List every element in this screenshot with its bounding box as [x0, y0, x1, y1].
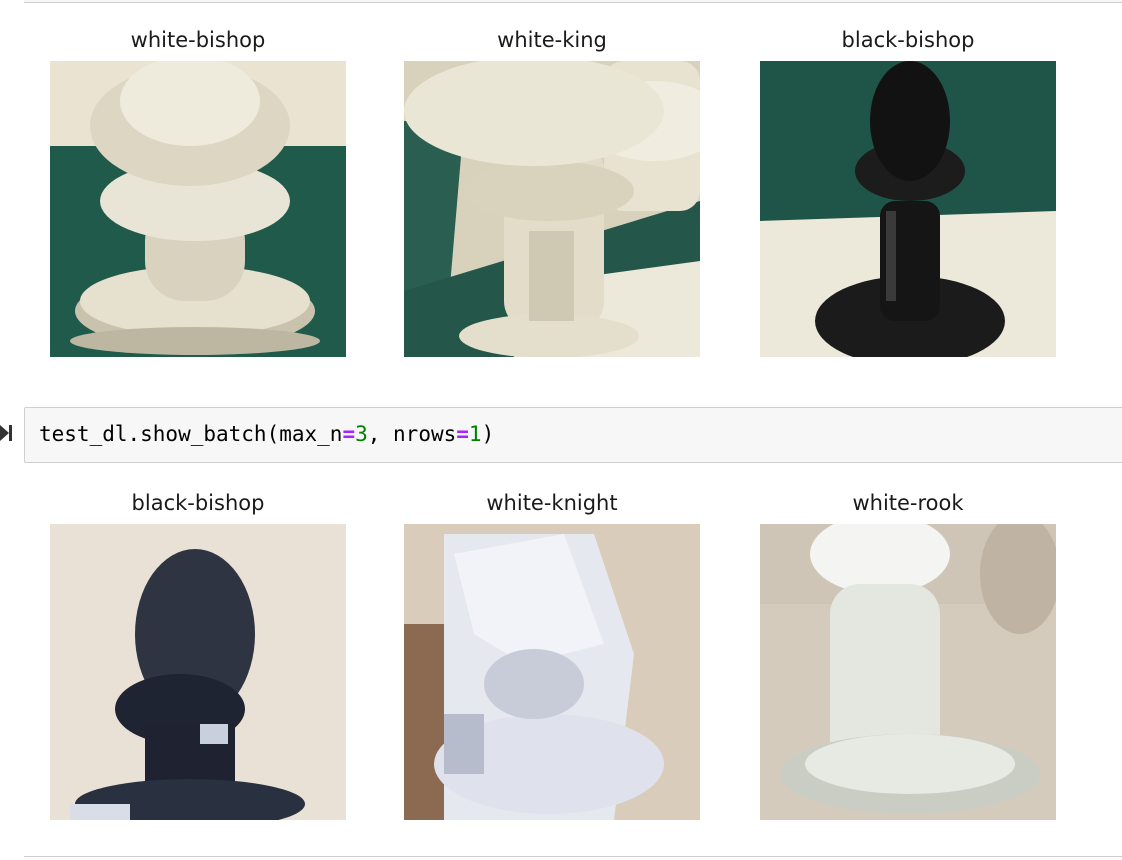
image-title: white-king — [497, 28, 607, 52]
chess-piece-image-white-bishop — [50, 61, 346, 357]
image-title: black-bishop — [841, 28, 975, 52]
image-title: white-bishop — [130, 28, 266, 52]
code-cell-input[interactable]: test_dl.show_batch(max_n=3, nrows=1) — [24, 407, 1122, 463]
run-cell-icon[interactable] — [0, 425, 12, 441]
image-title: white-rook — [852, 491, 964, 515]
chess-piece-image-black-bishop — [50, 524, 346, 820]
previous-cell-border — [24, 0, 1122, 3]
chess-piece-image-white-king — [404, 61, 700, 357]
chess-piece-image-white-knight — [404, 524, 700, 820]
chess-piece-image-white-rook — [760, 524, 1056, 820]
code-line[interactable]: test_dl.show_batch(max_n=3, nrows=1) — [39, 422, 494, 446]
cell-bottom-border — [24, 856, 1122, 857]
image-title: black-bishop — [131, 491, 265, 515]
chess-piece-image-black-bishop — [760, 61, 1056, 357]
image-title: white-knight — [486, 491, 618, 515]
